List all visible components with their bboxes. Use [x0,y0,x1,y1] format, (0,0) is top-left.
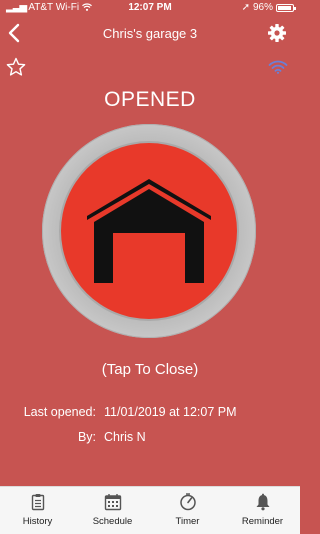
opened-by-label: By: [77,430,96,444]
bell-icon [256,493,269,511]
status-bar: ▂▃▅ AT&T Wi-Fi 12:07 PM ➚ 96% [0,0,300,16]
gear-icon [268,24,286,42]
last-opened-value: 11/01/2019 at 12:07 PM [104,405,237,419]
tab-label: Timer [175,516,200,527]
tab-bar: History Schedule Timer Reminder [0,486,300,534]
opened-by-value: Chris N [104,430,146,444]
timer-icon [179,493,196,511]
door-toggle-button[interactable] [42,124,256,338]
tab-label: History [22,516,53,527]
door-state-label: OPENED [104,88,196,111]
wifi-signal-icon [268,60,288,74]
tab-history[interactable]: History [0,487,75,534]
battery-percent: 96% [252,2,273,13]
location-icon: ➚ [241,2,250,13]
tab-label: Reminder [241,516,284,527]
tab-timer[interactable]: Timer [150,487,225,534]
garage-open-icon [87,179,211,283]
tab-label: Schedule [92,516,133,527]
page-title: Chris's garage 3 [102,26,198,41]
battery-icon [276,3,296,12]
star-outline-icon [6,57,26,76]
battery-fill [278,5,292,10]
tab-schedule[interactable]: Schedule [75,487,150,534]
settings-button[interactable] [267,23,287,43]
clipboard-icon [31,494,44,511]
door-button-face[interactable] [61,143,237,319]
tab-reminder[interactable]: Reminder [225,487,300,534]
calendar-icon [104,494,121,511]
status-right: ➚ 96% [241,2,296,13]
last-opened-label: Last opened: [23,405,96,419]
favorite-button[interactable] [6,57,26,77]
tap-hint: (Tap To Close) [101,361,199,378]
